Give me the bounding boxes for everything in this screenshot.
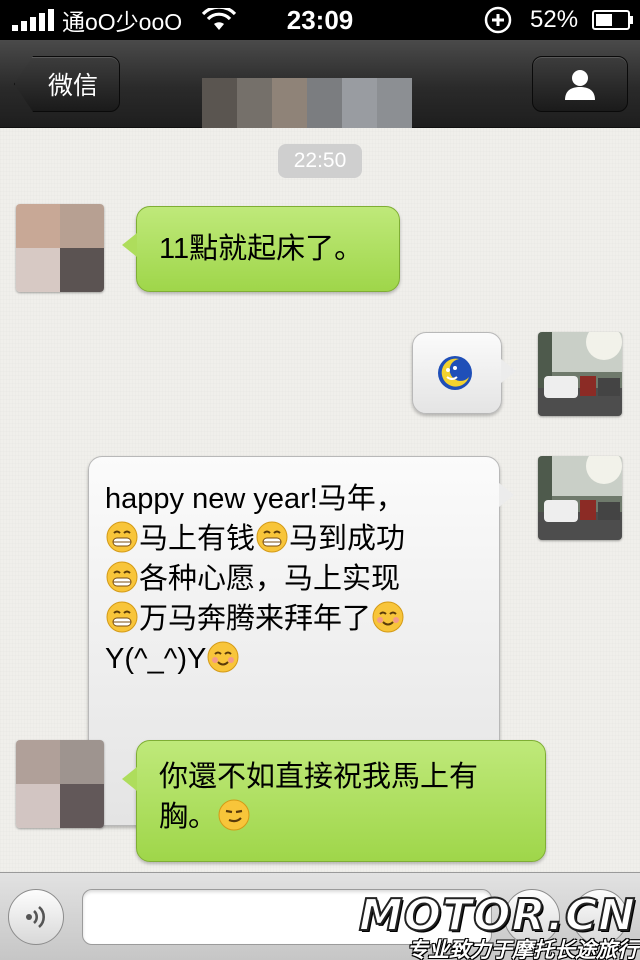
- back-button-label: 微信: [47, 72, 98, 100]
- moon-face-icon: [438, 356, 472, 390]
- status-bar: 通oO少ooO 23:09 52%: [0, 0, 640, 40]
- contact-avatar[interactable]: [16, 204, 104, 292]
- emoji-button[interactable]: [504, 889, 560, 945]
- chat-info-button[interactable]: [532, 56, 628, 112]
- message-bubble-received[interactable]: 你還不如直接祝我馬上有 胸。: [122, 740, 546, 862]
- chat-message-list[interactable]: 22:50 11點就起床了。 happy new year!马年， 马上有钱 马…: [0, 128, 640, 872]
- wifi-icon: [202, 8, 237, 30]
- message-text: 11點就起床了。: [159, 233, 364, 265]
- my-avatar[interactable]: [538, 456, 622, 540]
- message-input[interactable]: [82, 889, 492, 945]
- back-button[interactable]: 微信: [14, 56, 120, 112]
- message-line: happy new year!马年，: [105, 483, 405, 515]
- status-clock: 23:09: [286, 4, 354, 35]
- blush-emoji-icon: [207, 641, 239, 673]
- grin-emoji-icon: [106, 561, 138, 593]
- person-icon: [565, 70, 595, 100]
- street-photo-avatar: [538, 332, 622, 416]
- message-line: 万马奔腾来拜年了: [105, 599, 489, 639]
- voice-mode-button[interactable]: [8, 889, 64, 945]
- message-input-bar: [0, 872, 640, 960]
- grin-emoji-icon: [106, 601, 138, 633]
- message-line: 各种心愿，马上实现: [105, 559, 489, 599]
- grin-emoji-icon: [106, 521, 138, 553]
- street-photo-avatar: [538, 456, 622, 540]
- voice-icon: [26, 906, 45, 928]
- signal-strength-icon: [12, 9, 54, 31]
- my-avatar[interactable]: [538, 332, 622, 416]
- blush-emoji-icon: [372, 601, 404, 633]
- grin-emoji-icon: [256, 521, 288, 553]
- message-line: 胸。: [159, 797, 539, 837]
- carrier-name: 通oO少ooO: [62, 9, 183, 35]
- message-line: 你還不如直接祝我馬上有: [159, 761, 479, 793]
- smirk-emoji-icon: [218, 799, 250, 831]
- message-bubble-sent-sticker[interactable]: [412, 332, 516, 414]
- message-line: Y(^_^)Y: [105, 639, 489, 679]
- message-text-block: happy new year!马年， 马上有钱 马到成功 各种心愿，马上实现 万马…: [105, 479, 489, 679]
- contact-avatar[interactable]: [16, 740, 104, 828]
- message-timestamp: 22:50: [278, 144, 362, 178]
- battery-icon: [592, 10, 633, 30]
- navigation-bar: 微信: [0, 40, 640, 148]
- message-bubble-received[interactable]: 11點就起床了。: [122, 206, 400, 292]
- message-text-block: 你還不如直接祝我馬上有 胸。: [159, 757, 539, 837]
- more-options-button[interactable]: [572, 889, 628, 945]
- battery-percentage: 52%: [530, 6, 579, 33]
- message-line: 马上有钱 马到成功: [105, 519, 489, 559]
- rotation-lock-icon: [484, 6, 512, 34]
